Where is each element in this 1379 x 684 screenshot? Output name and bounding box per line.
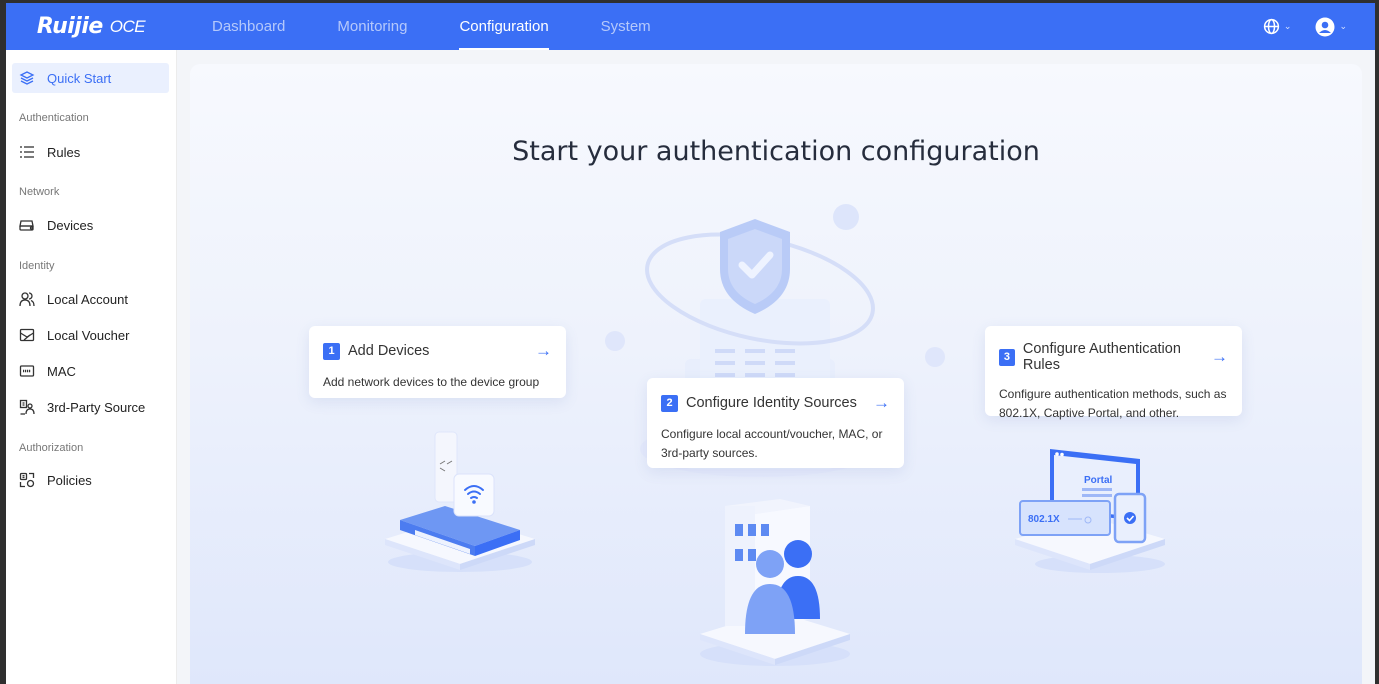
sidebar: Quick Start Authentication Rules Network… [6, 50, 177, 684]
dot1x-label: 802.1X [1028, 514, 1060, 525]
step-auth-rules-card[interactable]: 3 Configure Authentication Rules → Confi… [985, 326, 1242, 420]
users-icon [19, 291, 35, 307]
identity-building-illustration [700, 499, 850, 666]
sidebar-item-label: 3rd-Party Source [47, 399, 146, 415]
sidebar-item-label: MAC [47, 363, 76, 379]
step-title: Add Devices [348, 343, 430, 359]
sidebar-item-mac[interactable]: MAC [12, 356, 169, 386]
sidebar-item-rules[interactable]: Rules [12, 137, 169, 167]
device-icon [19, 217, 35, 233]
step-add-devices-card[interactable]: 1 Add Devices → Add network devices to t… [309, 326, 566, 398]
sidebar-item-label: Quick Start [47, 70, 112, 86]
step-number-badge: 3 [999, 348, 1015, 366]
quick-start-card: Start your authentication configuration … [190, 64, 1362, 684]
arrow-right-icon[interactable]: → [1211, 347, 1228, 367]
mac-icon [19, 363, 35, 379]
user-avatar-icon [1315, 17, 1335, 36]
brand-product: OCE [109, 16, 146, 36]
step-title: Configure Identity Sources [686, 395, 857, 411]
network-devices-illustration [385, 431, 535, 572]
main-nav: Dashboard Monitoring Configuration Syste… [186, 3, 677, 50]
step-description: Configure local account/voucher, MAC, or… [661, 427, 883, 460]
third-party-icon [19, 399, 35, 415]
group-authorization: Authorization [19, 442, 84, 454]
language-button[interactable]: ⌄ [1263, 18, 1292, 35]
arrow-right-icon[interactable]: → [873, 393, 890, 413]
voucher-icon [19, 327, 35, 343]
page-title: Start your authentication configuration [512, 136, 1040, 167]
brand-logo[interactable]: Ruijie OCE [6, 3, 176, 50]
step-number-badge: 2 [661, 394, 678, 412]
group-network: Network [19, 186, 60, 198]
sidebar-item-label: Policies [47, 472, 92, 488]
globe-icon [1263, 18, 1280, 35]
sidebar-item-devices[interactable]: Devices [12, 210, 169, 240]
sidebar-item-3rd-party-source[interactable]: 3rd-Party Source [12, 392, 169, 422]
sidebar-item-quick-start[interactable]: Quick Start [12, 63, 169, 93]
user-menu-button[interactable]: ⌄ [1315, 17, 1347, 37]
sidebar-item-label: Local Account [47, 291, 128, 307]
brand-name: Ruijie [36, 14, 103, 39]
sidebar-item-local-account[interactable]: Local Account [12, 284, 169, 314]
nav-monitoring[interactable]: Monitoring [311, 3, 433, 50]
step-description: Add network devices to the device group [323, 375, 540, 389]
chevron-down-icon: ⌄ [1283, 21, 1292, 31]
arrow-right-icon[interactable]: → [535, 341, 552, 361]
top-right-actions: ⌄ ⌄ [1263, 17, 1347, 37]
top-navigation-bar: Ruijie OCE Dashboard Monitoring Configur… [6, 3, 1375, 50]
auth-portal-illustration: Portal 802.1X [1015, 449, 1165, 573]
step-description: Configure authentication methods, such a… [999, 387, 1227, 420]
sidebar-item-label: Local Voucher [47, 327, 130, 343]
group-authentication: Authentication [19, 112, 89, 124]
sidebar-item-label: Rules [47, 144, 81, 160]
step-number-badge: 1 [323, 342, 340, 360]
sidebar-item-policies[interactable]: Policies [12, 465, 169, 495]
nav-system[interactable]: System [575, 3, 677, 50]
policies-icon [19, 472, 35, 488]
sidebar-item-local-voucher[interactable]: Local Voucher [12, 320, 169, 350]
nav-configuration[interactable]: Configuration [433, 3, 574, 50]
step-title: Configure Authentication Rules [1022, 341, 1181, 373]
portal-label: Portal [1084, 475, 1113, 486]
list-icon [19, 144, 35, 160]
layers-icon [19, 70, 35, 86]
sidebar-item-label: Devices [47, 217, 94, 233]
chevron-down-icon: ⌄ [1339, 21, 1347, 31]
step-identity-sources-card[interactable]: 2 Configure Identity Sources → Configure… [647, 378, 904, 468]
nav-dashboard[interactable]: Dashboard [186, 3, 311, 50]
group-identity: Identity [19, 260, 55, 272]
